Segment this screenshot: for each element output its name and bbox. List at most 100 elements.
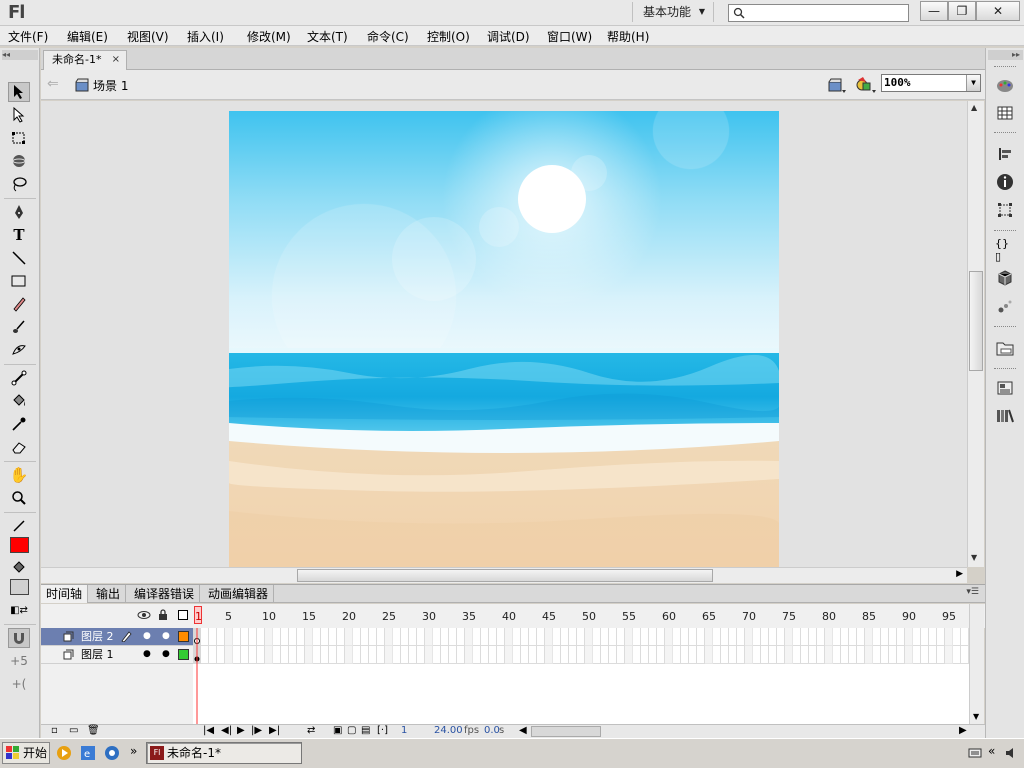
layer-row[interactable]: 图层 1 ● ● bbox=[41, 646, 193, 664]
bone-tool-icon[interactable] bbox=[8, 368, 30, 388]
project-panel-icon[interactable] bbox=[995, 338, 1015, 358]
components-icon[interactable] bbox=[995, 268, 1015, 288]
menu-edit[interactable]: 编辑(E) bbox=[67, 28, 108, 45]
menu-help[interactable]: 帮助(H) bbox=[607, 28, 649, 45]
menu-debug[interactable]: 调试(D) bbox=[487, 28, 530, 45]
menu-commands[interactable]: 命令(C) bbox=[367, 28, 409, 45]
scroll-down-icon[interactable]: ▼ bbox=[973, 712, 979, 721]
zoom-select[interactable]: 100% ▼ bbox=[881, 74, 981, 92]
layer-outline-color[interactable] bbox=[178, 631, 189, 642]
speaker-icon[interactable] bbox=[1004, 746, 1018, 760]
tab-output[interactable]: 输出 bbox=[91, 585, 127, 603]
subselection-tool-icon[interactable] bbox=[8, 105, 30, 125]
desktop-settings-icon[interactable] bbox=[104, 745, 120, 761]
menu-view[interactable]: 视图(V) bbox=[127, 28, 169, 45]
ie-browser-icon[interactable]: e bbox=[80, 745, 96, 761]
close-tab-icon[interactable]: × bbox=[112, 51, 120, 69]
paint-bucket-tool-icon[interactable] bbox=[8, 391, 30, 411]
code-snippets-icon[interactable]: {}▯ bbox=[995, 237, 1015, 263]
scroll-right-icon[interactable]: ▶ bbox=[959, 725, 967, 736]
3d-rotation-tool-icon[interactable] bbox=[8, 151, 30, 171]
layer-name[interactable]: 图层 1 bbox=[81, 646, 114, 663]
lock-dot[interactable]: ● bbox=[162, 646, 170, 663]
fps-value[interactable]: 24.00 bbox=[434, 725, 463, 736]
layer-row[interactable]: 图层 2 ● ● bbox=[41, 628, 193, 646]
menu-control[interactable]: 控制(O) bbox=[427, 28, 470, 45]
go-last-frame-icon[interactable]: ▶| bbox=[269, 725, 280, 736]
motion-presets-icon[interactable] bbox=[995, 296, 1015, 316]
step-back-icon[interactable]: ◀| bbox=[221, 725, 232, 736]
stage-beach-artwork[interactable] bbox=[229, 111, 779, 567]
frame-ruler[interactable]: 1 5 10 15 20 25 30 35 40 45 50 55 60 65 … bbox=[194, 604, 969, 628]
start-button[interactable]: 开始 bbox=[2, 742, 50, 764]
swatches-panel-icon[interactable] bbox=[995, 103, 1015, 123]
fill-color-swatch[interactable] bbox=[10, 579, 29, 595]
tab-compiler-errors[interactable]: 编译器错误 bbox=[129, 585, 201, 603]
pen-tool-icon[interactable] bbox=[8, 202, 30, 222]
quick-launch-chevron[interactable]: » bbox=[130, 744, 137, 758]
step-forward-icon[interactable]: |▶ bbox=[251, 725, 262, 736]
stroke-color-icon[interactable] bbox=[8, 516, 30, 536]
edit-multiple-frames-icon[interactable]: ▤ bbox=[361, 725, 370, 736]
panel-menu-icon[interactable]: ▾☰ bbox=[966, 587, 979, 597]
scroll-down-icon[interactable]: ▼ bbox=[971, 553, 977, 562]
line-tool-icon[interactable] bbox=[8, 248, 30, 268]
visibility-dot[interactable]: ● bbox=[143, 628, 151, 645]
new-layer-icon[interactable]: ▫ bbox=[51, 725, 58, 736]
modify-markers-icon[interactable]: [·] bbox=[377, 725, 388, 736]
document-tab[interactable]: 未命名-1* × bbox=[43, 50, 127, 70]
visibility-dot[interactable]: ● bbox=[143, 646, 151, 663]
help-search-input[interactable] bbox=[728, 4, 909, 22]
stage-horizontal-scrollbar[interactable]: ▶ bbox=[41, 567, 967, 583]
scroll-thumb[interactable] bbox=[969, 271, 983, 371]
minimize-button[interactable]: — bbox=[920, 1, 948, 21]
new-folder-icon[interactable]: ▭ bbox=[69, 725, 78, 736]
library-icon[interactable] bbox=[995, 378, 1015, 398]
scroll-left-icon[interactable]: ◀ bbox=[519, 725, 527, 736]
zoom-tool-icon[interactable] bbox=[8, 488, 30, 508]
tray-expand-chevron[interactable]: « bbox=[988, 744, 995, 758]
workspace-switcher[interactable]: 基本功能 ▼ bbox=[632, 2, 714, 22]
delete-layer-icon[interactable]: 🗑 bbox=[87, 725, 100, 736]
layer-name[interactable]: 图层 2 bbox=[81, 628, 114, 645]
chevron-down-icon[interactable]: ▼ bbox=[966, 75, 980, 91]
media-player-icon[interactable] bbox=[56, 745, 72, 761]
deco-tool-icon[interactable] bbox=[8, 340, 30, 360]
menu-window[interactable]: 窗口(W) bbox=[547, 28, 592, 45]
transform-panel-icon[interactable] bbox=[995, 200, 1015, 220]
menu-insert[interactable]: 插入(I) bbox=[187, 28, 224, 45]
straighten-icon[interactable]: +( bbox=[8, 674, 30, 694]
scroll-right-icon[interactable]: ▶ bbox=[956, 569, 963, 579]
tab-timeline[interactable]: 时间轴 bbox=[41, 585, 89, 603]
go-first-frame-icon[interactable]: |◀ bbox=[203, 725, 214, 736]
menu-text[interactable]: 文本(T) bbox=[307, 28, 348, 45]
loop-icon[interactable]: ⇄ bbox=[307, 725, 315, 736]
onion-skin-outline-icon[interactable]: ▢ bbox=[347, 725, 356, 736]
stage-vertical-scrollbar[interactable]: ▲ ▼ bbox=[967, 101, 984, 567]
lock-all-icon[interactable] bbox=[158, 609, 168, 621]
edit-scene-icon[interactable] bbox=[827, 76, 847, 94]
snap-to-objects-icon[interactable] bbox=[8, 628, 30, 648]
back-arrow-icon[interactable]: ⇐ bbox=[47, 76, 59, 92]
pencil-tool-icon[interactable] bbox=[8, 294, 30, 314]
properties-icon[interactable] bbox=[995, 406, 1015, 426]
current-frame-readout[interactable]: 1 bbox=[401, 725, 407, 736]
scene-label[interactable]: 场景 1 bbox=[93, 77, 128, 94]
brush-tool-icon[interactable] bbox=[8, 317, 30, 337]
color-panel-icon[interactable] bbox=[995, 76, 1015, 96]
info-panel-icon[interactable] bbox=[995, 172, 1015, 192]
eyedropper-tool-icon[interactable] bbox=[8, 414, 30, 434]
hand-tool-icon[interactable]: ✋ bbox=[8, 465, 30, 485]
lock-dot[interactable]: ● bbox=[162, 628, 170, 645]
keyboard-tray-icon[interactable] bbox=[968, 747, 982, 759]
scroll-thumb[interactable] bbox=[297, 569, 713, 582]
rectangle-tool-icon[interactable] bbox=[8, 271, 30, 291]
selection-tool-icon[interactable] bbox=[8, 82, 30, 102]
frame-grid[interactable] bbox=[193, 628, 969, 724]
taskbar-flash-window[interactable]: Fl 未命名-1* bbox=[146, 742, 302, 764]
timeline-vertical-scrollbar[interactable]: ▼ bbox=[969, 604, 984, 724]
timeline-hscroll-thumb[interactable] bbox=[531, 726, 601, 737]
edit-symbol-icon[interactable] bbox=[855, 76, 877, 94]
menu-modify[interactable]: 修改(M) bbox=[247, 28, 291, 45]
smooth-icon[interactable]: +5 bbox=[8, 651, 30, 671]
